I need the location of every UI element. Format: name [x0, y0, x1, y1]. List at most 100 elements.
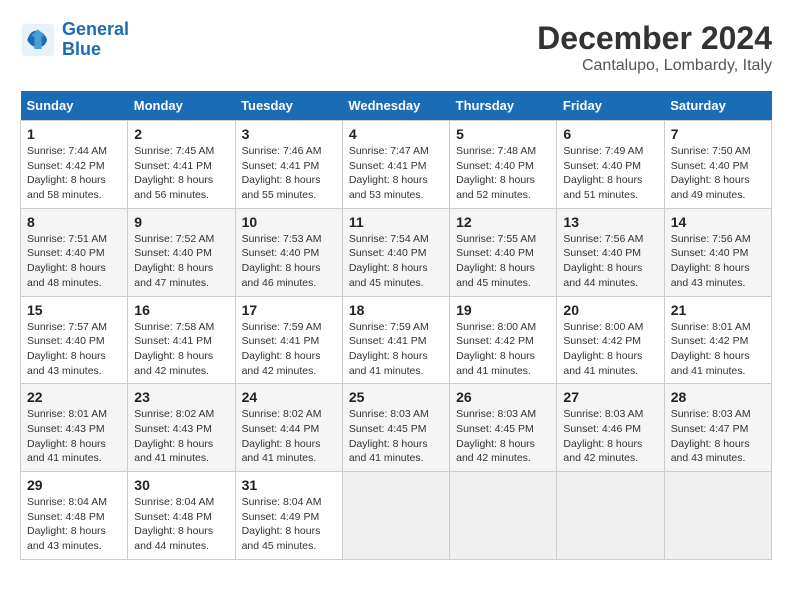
calendar-cell: 3 Sunrise: 7:46 AMSunset: 4:41 PMDaylight…: [235, 121, 342, 209]
day-number: 24: [242, 389, 336, 405]
day-number: 17: [242, 302, 336, 318]
weekday-header-tuesday: Tuesday: [235, 91, 342, 121]
calendar-cell: 10Sunrise: 7:53 AMSunset: 4:40 PMDayligh…: [235, 208, 342, 296]
day-number: 1: [27, 126, 121, 142]
day-info: Sunrise: 7:59 AMSunset: 4:41 PMDaylight:…: [242, 320, 336, 379]
calendar-cell: 14 Sunrise: 7:56 AMSunset: 4:40 PMDayligh…: [664, 208, 771, 296]
calendar-cell: 11 Sunrise: 7:54 AMSunset: 4:40 PMDayligh…: [342, 208, 449, 296]
weekday-header-saturday: Saturday: [664, 91, 771, 121]
day-number: 28: [671, 389, 765, 405]
day-info: Sunrise: 8:03 AMSunset: 4:47 PMDaylight:…: [671, 407, 765, 466]
day-number: 27: [563, 389, 657, 405]
day-info: Sunrise: 7:45 AMSunset: 4:41 PMDaylight:…: [134, 144, 228, 203]
day-info: Sunrise: 7:52 AMSunset: 4:40 PMDaylight:…: [134, 232, 228, 291]
day-info: Sunrise: 7:47 AMSunset: 4:41 PMDaylight:…: [349, 144, 443, 203]
weekday-header-wednesday: Wednesday: [342, 91, 449, 121]
day-info: Sunrise: 7:54 AMSunset: 4:40 PMDaylight:…: [349, 232, 443, 291]
calendar-week-row: 22 Sunrise: 8:01 AMSunset: 4:43 PMDayligh…: [21, 384, 772, 472]
calendar-table: SundayMondayTuesdayWednesdayThursdayFrid…: [20, 91, 772, 560]
calendar-cell: 16Sunrise: 7:58 AMSunset: 4:41 PMDayligh…: [128, 296, 235, 384]
day-number: 8: [27, 214, 121, 230]
day-info: Sunrise: 8:00 AMSunset: 4:42 PMDaylight:…: [456, 320, 550, 379]
day-number: 26: [456, 389, 550, 405]
day-info: Sunrise: 8:01 AMSunset: 4:42 PMDaylight:…: [671, 320, 765, 379]
calendar-week-row: 1 Sunrise: 7:44 AMSunset: 4:42 PMDaylight…: [21, 121, 772, 209]
day-info: Sunrise: 7:46 AMSunset: 4:41 PMDaylight:…: [242, 144, 336, 203]
calendar-cell: 29Sunrise: 8:04 AMSunset: 4:48 PMDayligh…: [21, 472, 128, 560]
calendar-cell: 24 Sunrise: 8:02 AMSunset: 4:44 PMDayligh…: [235, 384, 342, 472]
day-number: 11: [349, 214, 443, 230]
day-number: 21: [671, 302, 765, 318]
day-number: 22: [27, 389, 121, 405]
calendar-week-row: 29Sunrise: 8:04 AMSunset: 4:48 PMDayligh…: [21, 472, 772, 560]
weekday-header-monday: Monday: [128, 91, 235, 121]
calendar-cell: 13Sunrise: 7:56 AMSunset: 4:40 PMDayligh…: [557, 208, 664, 296]
calendar-cell: [450, 472, 557, 560]
page-subtitle: Cantalupo, Lombardy, Italy: [537, 57, 772, 75]
calendar-cell: 7 Sunrise: 7:50 AMSunset: 4:40 PMDaylight…: [664, 121, 771, 209]
day-number: 9: [134, 214, 228, 230]
day-number: 4: [349, 126, 443, 142]
day-number: 3: [242, 126, 336, 142]
calendar-cell: 1 Sunrise: 7:44 AMSunset: 4:42 PMDaylight…: [21, 121, 128, 209]
day-info: Sunrise: 7:56 AMSunset: 4:40 PMDaylight:…: [563, 232, 657, 291]
logo-text: General Blue: [62, 20, 129, 60]
day-info: Sunrise: 7:50 AMSunset: 4:40 PMDaylight:…: [671, 144, 765, 203]
calendar-cell: 5Sunrise: 7:48 AMSunset: 4:40 PMDaylight…: [450, 121, 557, 209]
calendar-cell: 23 Sunrise: 8:02 AMSunset: 4:43 PMDayligh…: [128, 384, 235, 472]
calendar-cell: [664, 472, 771, 560]
page-title: December 2024: [537, 20, 772, 57]
day-info: Sunrise: 8:01 AMSunset: 4:43 PMDaylight:…: [27, 407, 121, 466]
day-info: Sunrise: 8:03 AMSunset: 4:45 PMDaylight:…: [456, 407, 550, 466]
calendar-cell: 6Sunrise: 7:49 AMSunset: 4:40 PMDaylight…: [557, 121, 664, 209]
day-info: Sunrise: 8:03 AMSunset: 4:45 PMDaylight:…: [349, 407, 443, 466]
calendar-cell: 21 Sunrise: 8:01 AMSunset: 4:42 PMDayligh…: [664, 296, 771, 384]
calendar-cell: 4 Sunrise: 7:47 AMSunset: 4:41 PMDaylight…: [342, 121, 449, 209]
day-info: Sunrise: 8:02 AMSunset: 4:44 PMDaylight:…: [242, 407, 336, 466]
calendar-cell: 25Sunrise: 8:03 AMSunset: 4:45 PMDayligh…: [342, 384, 449, 472]
day-number: 14: [671, 214, 765, 230]
day-info: Sunrise: 7:56 AMSunset: 4:40 PMDaylight:…: [671, 232, 765, 291]
logo: General Blue: [20, 20, 129, 60]
calendar-week-row: 15 Sunrise: 7:57 AMSunset: 4:40 PMDayligh…: [21, 296, 772, 384]
weekday-header-thursday: Thursday: [450, 91, 557, 121]
calendar-cell: 22 Sunrise: 8:01 AMSunset: 4:43 PMDayligh…: [21, 384, 128, 472]
day-info: Sunrise: 8:00 AMSunset: 4:42 PMDaylight:…: [563, 320, 657, 379]
calendar-week-row: 8 Sunrise: 7:51 AMSunset: 4:40 PMDaylight…: [21, 208, 772, 296]
calendar-cell: 26 Sunrise: 8:03 AMSunset: 4:45 PMDayligh…: [450, 384, 557, 472]
day-info: Sunrise: 7:58 AMSunset: 4:41 PMDaylight:…: [134, 320, 228, 379]
calendar-cell: 18 Sunrise: 7:59 AMSunset: 4:41 PMDayligh…: [342, 296, 449, 384]
weekday-header-friday: Friday: [557, 91, 664, 121]
day-number: 30: [134, 477, 228, 493]
day-info: Sunrise: 7:44 AMSunset: 4:42 PMDaylight:…: [27, 144, 121, 203]
calendar-cell: 2 Sunrise: 7:45 AMSunset: 4:41 PMDaylight…: [128, 121, 235, 209]
day-info: Sunrise: 8:02 AMSunset: 4:43 PMDaylight:…: [134, 407, 228, 466]
day-info: Sunrise: 8:04 AMSunset: 4:49 PMDaylight:…: [242, 495, 336, 554]
weekday-header-sunday: Sunday: [21, 91, 128, 121]
day-number: 6: [563, 126, 657, 142]
calendar-cell: 31Sunrise: 8:04 AMSunset: 4:49 PMDayligh…: [235, 472, 342, 560]
day-number: 2: [134, 126, 228, 142]
day-info: Sunrise: 7:51 AMSunset: 4:40 PMDaylight:…: [27, 232, 121, 291]
day-number: 12: [456, 214, 550, 230]
page-header: General Blue December 2024 Cantalupo, Lo…: [20, 20, 772, 75]
day-number: 23: [134, 389, 228, 405]
calendar-cell: 17 Sunrise: 7:59 AMSunset: 4:41 PMDayligh…: [235, 296, 342, 384]
day-number: 5: [456, 126, 550, 142]
day-info: Sunrise: 7:57 AMSunset: 4:40 PMDaylight:…: [27, 320, 121, 379]
title-block: December 2024 Cantalupo, Lombardy, Italy: [537, 20, 772, 75]
calendar-cell: [342, 472, 449, 560]
day-info: Sunrise: 8:04 AMSunset: 4:48 PMDaylight:…: [27, 495, 121, 554]
calendar-cell: 28 Sunrise: 8:03 AMSunset: 4:47 PMDayligh…: [664, 384, 771, 472]
day-number: 15: [27, 302, 121, 318]
calendar-cell: [557, 472, 664, 560]
day-info: Sunrise: 7:53 AMSunset: 4:40 PMDaylight:…: [242, 232, 336, 291]
calendar-cell: 15 Sunrise: 7:57 AMSunset: 4:40 PMDayligh…: [21, 296, 128, 384]
weekday-header-row: SundayMondayTuesdayWednesdayThursdayFrid…: [21, 91, 772, 121]
day-info: Sunrise: 7:59 AMSunset: 4:41 PMDaylight:…: [349, 320, 443, 379]
day-number: 7: [671, 126, 765, 142]
logo-icon: [20, 22, 56, 58]
day-number: 18: [349, 302, 443, 318]
calendar-cell: 27Sunrise: 8:03 AMSunset: 4:46 PMDayligh…: [557, 384, 664, 472]
day-info: Sunrise: 7:55 AMSunset: 4:40 PMDaylight:…: [456, 232, 550, 291]
